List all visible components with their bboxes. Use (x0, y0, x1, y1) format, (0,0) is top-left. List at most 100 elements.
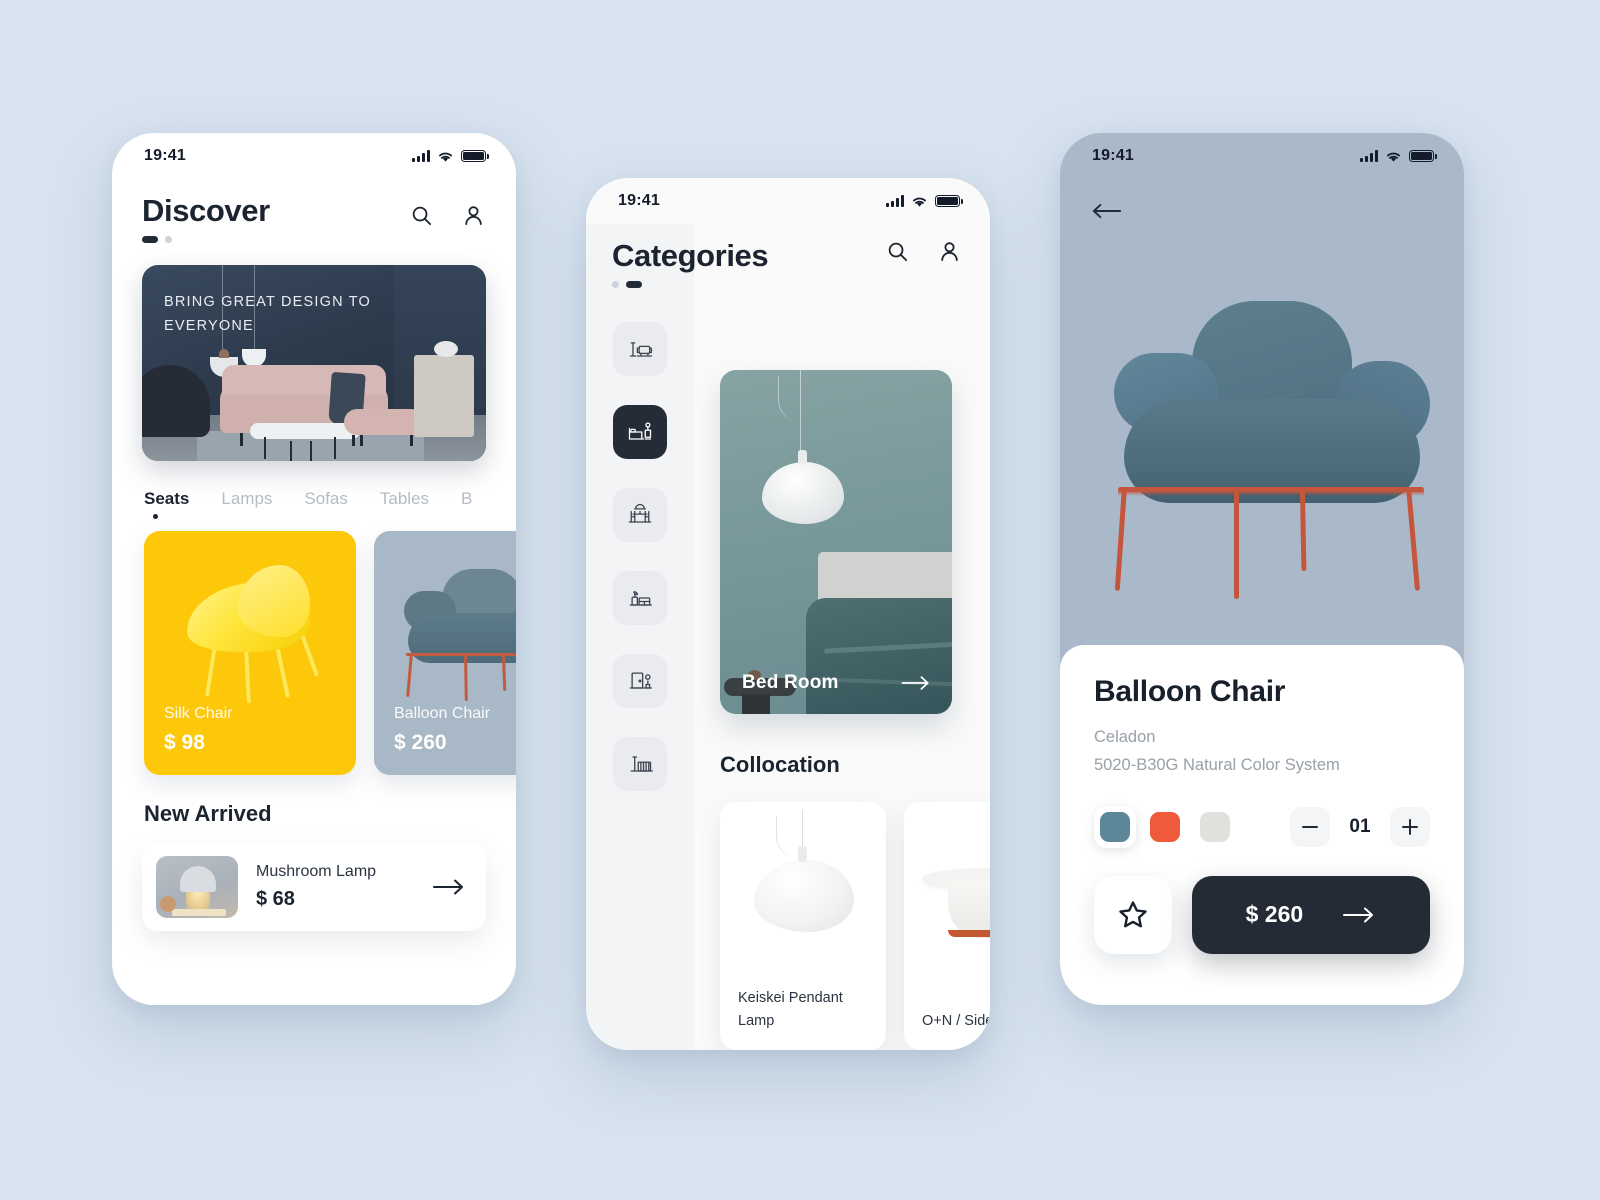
tab-sofas[interactable]: Sofas (304, 489, 347, 519)
entryway-icon (629, 672, 653, 689)
promo-banner[interactable]: BRING GREAT DESIGN TO EVERYONE (142, 265, 486, 461)
profile-icon[interactable] (460, 202, 486, 228)
status-icons (1360, 149, 1437, 163)
phone-product-detail-screen: 19:41 Balloon Chair Celadon 5020-B30G Na… (1060, 133, 1464, 1005)
screenshot-stage: 19:41 Discover BRING GREAT DESIGN TO EVE… (0, 0, 1600, 1200)
living-room-icon (629, 342, 653, 357)
minus-icon (1302, 825, 1318, 828)
room-card-bed-room[interactable]: Bed Room (720, 370, 952, 714)
collocation-list: Keiskei Pendant Lamp O+N / Side t (720, 802, 990, 1050)
product-color-name: Celadon (1094, 728, 1156, 746)
wifi-icon (913, 197, 926, 207)
status-time: 19:41 (618, 192, 660, 209)
mushroom-lamp-thumbnail (156, 856, 238, 918)
product-actions: $ 260 (1094, 875, 1430, 954)
back-button[interactable] (1090, 201, 1122, 226)
banner-ottoman (344, 409, 424, 446)
signal-bars-icon (886, 195, 904, 207)
decrement-button[interactable] (1290, 806, 1330, 847)
room-name: Bed Room (742, 672, 839, 693)
page-dot-2[interactable] (165, 236, 172, 243)
section-title-collocation: Collocation (720, 752, 840, 777)
status-time: 19:41 (1092, 147, 1134, 164)
status-bar: 19:41 (1060, 133, 1464, 179)
status-icons (412, 149, 489, 163)
title-wrap: Discover (142, 193, 270, 243)
bed-image (806, 598, 952, 714)
page-dot-1[interactable] (612, 281, 619, 288)
color-swatches (1094, 805, 1236, 848)
search-icon[interactable] (408, 202, 434, 228)
collocation-card-on-side-table[interactable]: O+N / Side t (904, 802, 990, 1050)
product-controls: 01 (1094, 805, 1430, 848)
arrival-product-price: $ 68 (256, 888, 295, 910)
nursery-icon (630, 756, 653, 772)
sidebar-item-living-room[interactable] (613, 322, 667, 376)
room-card-label: Bed Room (742, 672, 932, 694)
sidebar-item-nursery[interactable] (613, 737, 667, 791)
sidebar-item-dining-room[interactable] (613, 488, 667, 542)
title-wrap: Categories (612, 238, 769, 288)
wifi-icon (439, 152, 452, 162)
arrow-right-icon (1343, 907, 1374, 923)
kitchen-icon (629, 591, 653, 606)
quantity-value: 01 (1349, 815, 1371, 837)
category-tabs: Seats Lamps Sofas Tables B (112, 461, 516, 519)
tab-tables[interactable]: Tables (380, 489, 429, 519)
profile-icon[interactable] (936, 238, 962, 264)
swatch-celadon-teal[interactable] (1094, 805, 1136, 848)
tab-seats[interactable]: Seats (144, 489, 189, 519)
collocation-product-name: Keiskei Pendant Lamp (738, 990, 843, 1029)
product-price: $ 98 (164, 731, 205, 754)
collocation-card-keiskei-pendant-lamp[interactable]: Keiskei Pendant Lamp (720, 802, 886, 1050)
battery-icon (461, 149, 489, 163)
banner-armchair (142, 365, 210, 437)
product-name: Balloon Chair (394, 705, 491, 722)
favorite-button[interactable] (1094, 875, 1172, 954)
product-color-info: Celadon 5020-B30G Natural Color System (1094, 723, 1430, 780)
dining-room-icon (628, 503, 652, 523)
product-card-silk-chair[interactable]: Silk Chair $ 98 (144, 531, 356, 775)
search-icon[interactable] (884, 238, 910, 264)
arrow-left-icon (1092, 203, 1122, 219)
page-dot-2[interactable] (626, 281, 642, 288)
section-title-new-arrived: New Arrived (144, 801, 272, 826)
sidebar-item-kitchen[interactable] (613, 571, 667, 625)
balloon-chair-image (398, 569, 516, 705)
balloon-chair-hero-image (1104, 301, 1434, 631)
quantity-stepper: 01 (1290, 806, 1430, 847)
page-indicator (612, 281, 768, 288)
product-title: Balloon Chair (1094, 675, 1286, 708)
category-rail (586, 224, 694, 1050)
signal-bars-icon (412, 150, 430, 162)
page-dot-1[interactable] (142, 236, 158, 243)
collocation-product-name: O+N / Side t (922, 1012, 990, 1029)
status-bar: 19:41 (112, 133, 516, 179)
star-icon (1119, 901, 1147, 928)
arrow-right-icon[interactable] (432, 877, 466, 897)
page-title: Discover (142, 193, 270, 228)
pendant-lamp-image (762, 450, 844, 524)
wifi-icon (1387, 152, 1400, 162)
new-arrival-item[interactable]: Mushroom Lamp $ 68 (142, 843, 486, 931)
product-price: $ 260 (394, 731, 447, 754)
phone-discover-screen: 19:41 Discover BRING GREAT DESIGN TO EVE… (112, 133, 516, 1005)
arrow-right-icon[interactable] (900, 674, 932, 692)
bed-room-icon (628, 422, 652, 440)
increment-button[interactable] (1390, 806, 1430, 847)
swatch-coral-orange[interactable] (1144, 806, 1186, 848)
sidebar-item-bed-room[interactable] (613, 405, 667, 459)
swatch-light-gray[interactable] (1194, 806, 1236, 848)
tab-lamps[interactable]: Lamps (221, 489, 272, 519)
product-color-code: 5020-B30G Natural Color System (1094, 756, 1340, 775)
categories-body: Bed Room Collocation Keiskei Pendant Lam… (586, 224, 990, 1050)
tab-beds[interactable]: B (461, 489, 472, 519)
page-title: Categories (612, 238, 769, 273)
buy-button[interactable]: $ 260 (1192, 875, 1430, 954)
product-card-balloon-chair[interactable]: Balloon Chair $ 260 (374, 531, 516, 775)
signal-bars-icon (1360, 150, 1378, 162)
arrival-info: Mushroom Lamp $ 68 (256, 863, 414, 911)
status-bar: 19:41 (586, 178, 990, 224)
sidebar-item-entryway[interactable] (613, 654, 667, 708)
status-time: 19:41 (144, 147, 186, 164)
